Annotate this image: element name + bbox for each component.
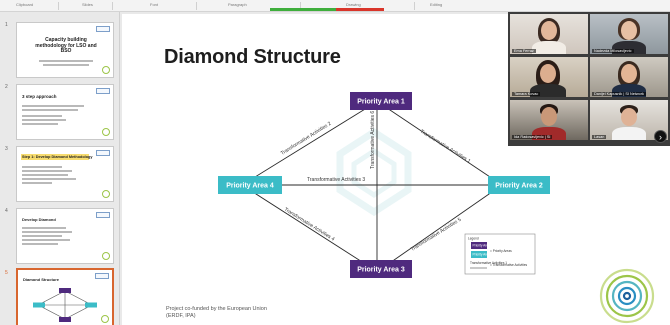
participant-tile-2[interactable]: Nadezda Milosavljevic [590,14,668,54]
diagram-legend: Legend Priority Area Priority Area = Pri… [464,233,536,275]
slide-thumbnail-panel: 1 Capacity building methodology for LSO … [0,12,120,325]
participant-name: Nadezda Milosavljevic [592,49,634,53]
slide-thumbnail-3[interactable]: Step 1: Develop Diamond Methodology [16,146,114,202]
thumbnail-title: Capacity building methodology for LSO an… [35,37,97,54]
ribbon-group-font[interactable]: Font [150,2,158,7]
legend-priority-box-label-alt: Priority Area [473,253,491,257]
thumbnail-swirl-logo [101,315,109,323]
thumbnail-text-line [22,227,66,229]
thumbnail-title: Diamond Structure [23,277,60,282]
transformative-activities-3-label: Transformative Activities 3 [307,177,365,183]
slide-thumbnail-5[interactable]: Diamond Structure [16,268,114,325]
thumbnail-text-line [22,109,78,111]
legend-priority-desc: = Priority Areas [490,249,512,253]
legend-title: Legend [468,237,479,241]
thumbnail-text-line [22,243,58,245]
thumbnail-text-line [22,170,72,172]
slide-thumbnail-2[interactable]: 3 step approach [16,84,114,140]
ribbon-group-editing[interactable]: Editing [430,2,442,7]
priority-area-2-label: Priority Area 2 [495,183,543,190]
thumbnail-text-line [39,60,93,62]
thumbnail-title: Develop Diamond [22,217,56,222]
thumbnail-logo [95,273,109,279]
thumbnail-number: 5 [5,270,8,276]
thumbnail-title: Step 1: Develop Diamond Methodology [22,155,93,159]
thumbnail-number: 1 [5,22,8,28]
footer-line-1: Project co-funded by the European Union [166,306,267,312]
thumbnail-number: 2 [5,84,8,90]
slide-footer: Project co-funded by the European Union … [166,306,267,320]
thumbnail-logo [96,150,110,156]
thumbnail-number: 4 [5,208,8,214]
thumbnail-swirl-logo [102,66,110,74]
thumbnail-text-line [22,115,62,117]
recording-indicator-bar [270,8,384,11]
thumbnail-title: 3 step approach [22,94,57,99]
ribbon-group-drawing[interactable]: Drawing [346,2,361,7]
thumbnail-swirl-logo [102,252,110,260]
thumbnail-logo [96,88,110,94]
thumbnail-swirl-logo [102,128,110,136]
thumbnail-text-line [22,123,58,125]
thumbnail-logo [96,26,110,32]
thumbnail-diamond-preview [33,288,97,322]
transformative-activities-4-label: Transformative Activities 4 [283,207,336,243]
ribbon-separator [58,2,59,10]
participant-name: Danijel Kapusnik | SI Network [592,92,646,96]
participant-tile-5[interactable]: Ida Radosavljevic | SI [510,100,588,140]
slide-thumbnail-4[interactable]: Develop Diamond [16,208,114,264]
thumbnail-text-line [22,166,62,168]
participant-name: Ida Radosavljevic | SI [512,135,553,139]
thumbnail-text-line [22,174,68,176]
priority-area-1-label: Priority Area 1 [357,99,405,106]
footer-line-2: (ERDF, IPA) [166,313,196,319]
video-call-panel: Ema Ferraz Nadezda Milosavljevic Tamara … [508,12,670,146]
ribbon-separator [414,2,415,10]
ribbon-separator [196,2,197,10]
ribbon-group-slides[interactable]: Slides [82,2,93,7]
participant-name: Lasan [592,135,607,139]
priority-area-4-label: Priority Area 4 [226,183,274,190]
participant-name: Tamara Kovac [512,92,541,96]
thumbnail-number: 3 [5,146,8,152]
participant-tile-1[interactable]: Ema Ferraz [510,14,588,54]
next-participants-button[interactable]: › [654,130,667,143]
thumbnail-text-line [22,231,72,233]
legend-priority-box-label: Priority Area [473,244,491,248]
thumbnail-text-line [22,182,52,184]
legend-transformative-desc: = Transformative Activities [490,263,528,267]
thumbnail-text-line [22,235,62,237]
slide-thumbnail-1[interactable]: Capacity building methodology for LSO an… [16,22,114,78]
thumbnail-swirl-logo [102,190,110,198]
swirl-logo-icon [599,268,655,324]
transformative-activities-2-label: Transformative Activities 2 [280,121,333,157]
transformative-activities-1-label: Transformative Activities 1 [419,129,472,165]
participant-name: Ema Ferraz [512,49,536,53]
participant-tile-4[interactable]: Danijel Kapusnik | SI Network [590,57,668,97]
thumbnail-text-line [22,239,70,241]
ribbon-group-paragraph[interactable]: Paragraph [228,2,247,7]
ribbon-separator [112,2,113,10]
transformative-activities-6-label: Transformative Activities 6 [370,111,376,169]
app-window: Clipboard Slides Font Paragraph Drawing … [0,0,670,325]
thumbnail-text-line [43,64,89,66]
thumbnail-logo [96,212,110,218]
thumbnail-text-line [22,178,76,180]
ribbon-toolbar: Clipboard Slides Font Paragraph Drawing … [0,0,670,12]
thumbnail-text-line [22,105,84,107]
priority-area-3-label: Priority Area 3 [357,267,405,274]
participant-tile-3[interactable]: Tamara Kovac [510,57,588,97]
ribbon-group-clipboard[interactable]: Clipboard [16,2,33,7]
transformative-activities-5-label: Transformative Activities 5 [410,217,463,253]
thumbnail-text-line [22,119,66,121]
chevron-right-icon: › [659,132,662,142]
